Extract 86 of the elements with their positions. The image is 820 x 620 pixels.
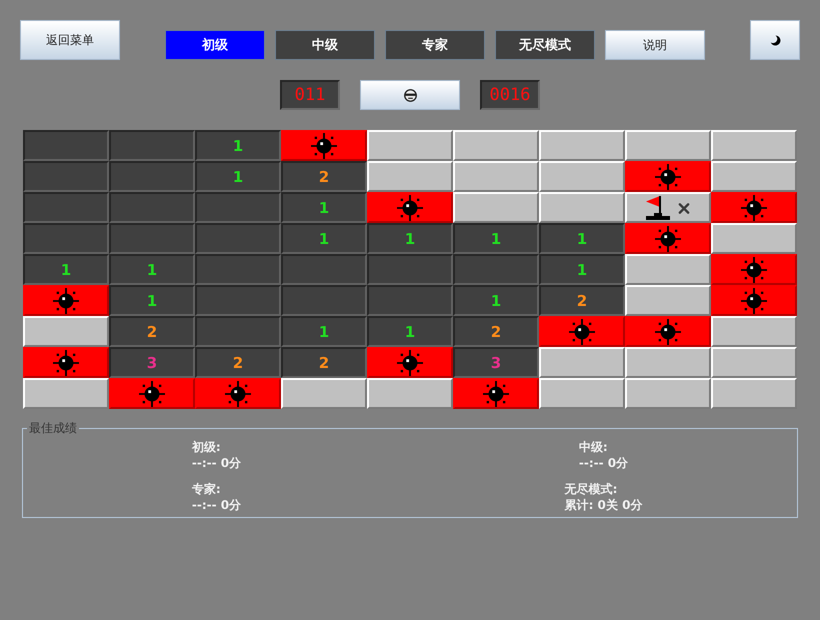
face-icon [404,88,416,102]
cell-number: 1 [576,230,588,246]
mine-icon [655,226,681,252]
cell-number: 1 [146,262,158,278]
mine-icon [397,350,423,376]
flagged-cell[interactable] [625,192,711,223]
level-tab[interactable]: 无尽模式 [495,30,595,60]
cell-number: 1 [232,138,244,154]
covered-cell[interactable] [367,130,453,161]
covered-cell[interactable] [23,316,109,347]
score-label: 中级: [578,439,609,455]
mine-icon [655,164,681,190]
mine-icon [483,380,509,406]
score-value: --:-- 0分 [192,455,242,471]
mine-icon [53,350,79,376]
cell-number: 1 [232,168,244,184]
mine-icon [655,318,681,344]
mine-icon [741,288,767,314]
score-value: --:-- 0分 [578,455,628,471]
covered-cell[interactable] [539,192,625,223]
covered-cell[interactable] [625,347,711,378]
cell-number: 1 [60,262,72,278]
score-label: 初级: [192,439,222,455]
cell-number: 1 [490,292,502,308]
cell-number: 2 [490,324,502,340]
covered-cell[interactable] [453,192,539,223]
cell-number: 2 [318,354,330,370]
covered-cell[interactable] [23,378,109,409]
cell-number: 1 [146,292,158,308]
score-value: --:-- 0分 [192,497,242,513]
covered-cell[interactable] [711,347,797,378]
mine-icon [741,194,767,220]
back-button[interactable]: 返回菜单 [20,20,120,60]
covered-cell[interactable] [539,161,625,192]
level-tab[interactable]: 专家 [385,30,485,60]
covered-cell[interactable] [539,347,625,378]
panel-title: 最佳成绩 [28,421,78,435]
covered-cell[interactable] [625,378,711,409]
cell-number: 1 [490,230,502,246]
covered-cell[interactable] [367,378,453,409]
cell-number: 1 [576,262,588,278]
cell-number: 2 [232,354,244,370]
cell-number: 1 [318,324,330,340]
cell-number: 2 [318,168,330,184]
mine-icon [139,380,165,406]
covered-cell[interactable] [453,130,539,161]
covered-cell[interactable] [625,285,711,316]
covered-cell[interactable] [367,161,453,192]
face-button[interactable] [360,80,460,110]
score-label: 无尽模式: [564,481,618,497]
covered-cell[interactable] [711,130,797,161]
cell-number: 1 [318,200,330,216]
covered-cell[interactable] [453,161,539,192]
timer-display: 0016 [480,80,540,110]
flag-icon [646,196,670,220]
cell-number: 1 [404,324,416,340]
cell-number: 3 [490,354,502,370]
mine-icon [225,380,251,406]
cell-number: 3 [146,354,158,370]
mine-icon [397,194,423,220]
cross-icon [678,202,690,214]
cell-number: 2 [576,292,588,308]
moon-icon [770,34,780,46]
score-label: 专家: [192,481,222,497]
mine-icon [311,132,337,158]
mine-counter: 011 [280,80,340,110]
covered-cell[interactable] [711,316,797,347]
mine-icon [741,256,767,282]
covered-cell[interactable] [625,130,711,161]
covered-cell[interactable] [539,378,625,409]
cell-number: 1 [318,230,330,246]
cell-number: 1 [404,230,416,246]
cell-number: 2 [146,324,158,340]
covered-cell[interactable] [711,378,797,409]
help-button[interactable]: 说明 [605,30,705,60]
mine-icon [569,318,595,344]
covered-cell[interactable] [711,161,797,192]
covered-cell[interactable] [539,130,625,161]
covered-cell[interactable] [281,378,367,409]
level-tab[interactable]: 中级 [275,30,375,60]
score-value: 累计: 0关 0分 [564,497,642,513]
covered-cell[interactable] [625,254,711,285]
covered-cell[interactable] [711,223,797,254]
level-tab[interactable]: 初级 [165,30,265,60]
mine-icon [53,288,79,314]
theme-button[interactable] [750,20,800,60]
